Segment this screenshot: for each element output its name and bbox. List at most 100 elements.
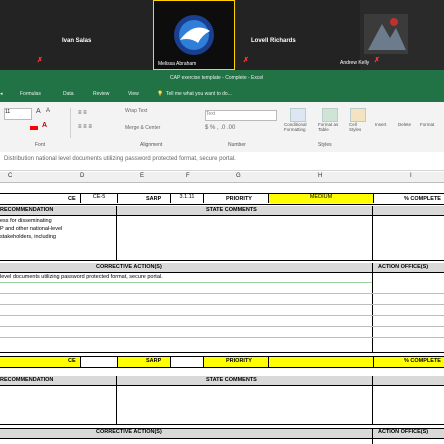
wrap-text-button[interactable]: Wrap Text [125,108,147,114]
group-label-alignment: Alignment [140,142,163,148]
column-header-d[interactable]: D [80,173,84,179]
window-title: CAP exercise template - Complete - Excel [170,75,264,81]
ribbon: 11 A A A ≡ ≡ Wrap Text ≡ ≡ ≡ Merge & Cen… [0,102,444,153]
format-as-table-label[interactable]: Format as Table [318,122,344,132]
sarp-value-cell[interactable]: 3.1.11 [170,194,204,203]
sarp-label: SARP [146,358,162,364]
recommendation-label: RECOMMENDATION [0,377,54,383]
divider [0,367,444,368]
tab-data[interactable]: Data [63,91,74,97]
ce-label: CE [68,196,76,202]
highlighted-row [0,356,444,367]
state-comments-label: STATE COMMENTS [206,377,257,383]
corrective-action-text[interactable]: level documents utilizing password prote… [0,274,163,280]
excel-title-bar: CAP exercise template - Complete - Excel [0,70,444,88]
delete-cells-button[interactable]: Delete [398,122,411,127]
recommendation-text-line[interactable]: P and other national-level [0,226,62,232]
column-header-g[interactable]: G [236,173,241,179]
participant-video-thumbnail [364,14,408,54]
align-lines-icon[interactable]: ≡ ≡ [78,110,87,116]
tell-me-search[interactable]: Tell me what you want to do... [166,91,232,97]
column-header-f[interactable]: F [186,173,190,179]
ce-value-cell[interactable]: CE-5 [80,194,118,203]
divider [0,293,444,294]
ce-label: CE [68,358,76,364]
conditional-formatting-icon[interactable] [290,108,306,122]
divider [0,304,444,305]
tab-formulas[interactable]: Formulas [20,91,41,97]
video-call-strip: Ivan Salas ✗ Melissa Abraham Lovell Rich… [0,0,444,70]
divider [116,376,117,424]
divider [0,337,444,338]
format-cells-button[interactable]: Format [420,122,434,127]
agency-seal-icon [158,13,230,57]
group-label-font: Font [35,142,46,148]
priority-value-cell[interactable] [268,357,374,367]
mic-muted-icon: ✗ [243,57,249,64]
participant-tile-andrew[interactable]: Andrew Kelly ✗ [340,0,444,70]
divider [0,260,444,261]
corrective-actions-label: CORRECTIVE ACTION(S) [96,264,162,270]
corrective-actions-label: CORRECTIVE ACTION(S) [96,429,162,435]
participant-name: Lovell Richards [251,38,296,44]
format-as-table-icon[interactable] [322,108,338,122]
participant-tile-ivan[interactable]: Ivan Salas ✗ [0,0,153,70]
divider [0,424,444,425]
divider [0,193,444,194]
cell-styles-icon[interactable] [350,108,366,122]
divider [0,326,444,327]
group-label-number: Number [228,142,246,148]
priority-label: PRIORITY [226,196,252,202]
font-size-select[interactable]: 11 [4,108,32,120]
lightbulb-icon: 💡 [157,91,164,97]
divider [0,282,372,283]
number-format-icons[interactable]: $ % , .0 .00 [205,125,235,131]
increase-font-icon[interactable]: A [36,108,41,115]
sarp-value-cell[interactable] [170,357,204,367]
participant-name: Ivan Salas [62,38,92,44]
group-label-styles: Styles [318,142,332,148]
insert-cells-button[interactable]: Insert [375,122,386,127]
participant-name: Andrew Kelly [340,60,370,66]
column-header-i[interactable]: I [410,173,412,179]
mic-muted-icon: ✗ [37,57,43,64]
divider [372,263,373,353]
divider [0,204,444,205]
divider [0,315,444,316]
divider [372,428,373,444]
cell-styles-label[interactable]: Cell Styles [349,122,367,132]
priority-value-cell[interactable]: MEDIUM [268,194,374,203]
recommendation-text-line[interactable]: stakeholders, including [0,234,56,240]
font-color-icon[interactable]: A [42,122,47,129]
decrease-font-icon[interactable]: A [46,108,50,114]
priority-label: PRIORITY [226,358,252,364]
ribbon-tabs: ◂ Formulas Data Review View 💡 Tell me wh… [0,88,444,102]
column-header-h[interactable]: H [318,173,322,179]
participant-name: Melissa Abraham [158,61,197,67]
percent-complete-label: % COMPLETE [404,196,441,202]
formula-bar-text[interactable]: Distribution national level documents ut… [4,156,236,162]
tab-view[interactable]: View [128,91,139,97]
back-arrow-icon[interactable]: ◂ [0,91,3,97]
divider [372,206,373,260]
number-format-select[interactable]: Text [205,110,277,121]
divider [0,352,444,353]
align-center-icon[interactable]: ≡ ≡ ≡ [78,124,92,130]
worksheet[interactable]: CE CE-5 SARP 3.1.11 PRIORITY MEDIUM % CO… [0,182,444,444]
ce-value-cell[interactable] [80,357,118,367]
recommendation-text-line[interactable]: ess for disseminating [0,218,52,224]
participant-tile-melissa[interactable]: Melissa Abraham [153,0,235,70]
recommendation-label: RECOMMENDATION [0,207,54,213]
conditional-formatting-label[interactable]: Conditional Formatting [284,122,316,132]
fill-color-icon[interactable] [30,126,38,130]
tab-review[interactable]: Review [93,91,109,97]
merge-center-button[interactable]: Merge & Center [125,125,160,131]
state-comments-label: STATE COMMENTS [206,207,257,213]
sarp-label: SARP [146,196,162,202]
divider [70,108,71,138]
column-header-e[interactable]: E [140,173,144,179]
formula-bar[interactable]: Distribution national level documents ut… [0,152,444,171]
column-header-c[interactable]: C [8,173,12,179]
action-office-label: ACTION OFFICE(S) [378,429,429,435]
mic-muted-icon: ✗ [374,57,380,64]
